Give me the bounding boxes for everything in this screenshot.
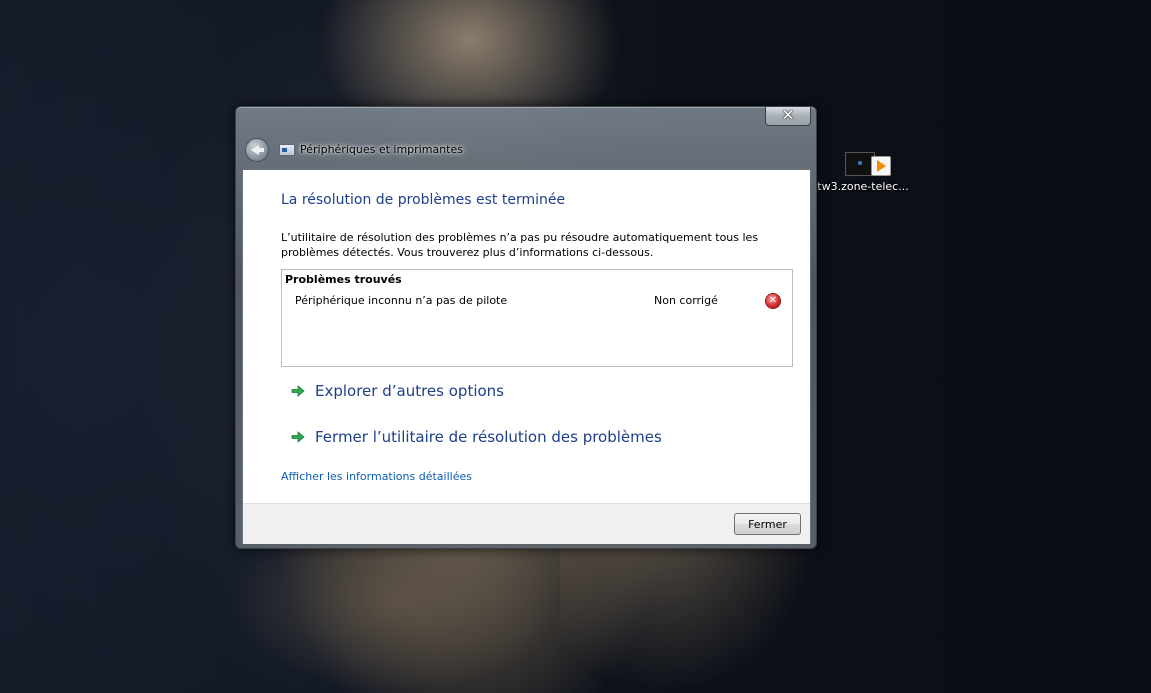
option-label: Explorer d’autres options: [315, 382, 504, 400]
window-close-button[interactable]: ✕: [765, 107, 811, 126]
green-arrow-icon: [291, 385, 305, 397]
problems-found-title: Problèmes trouvés: [285, 273, 402, 286]
problem-name: Périphérique inconnu n’a pas de pilote: [295, 294, 508, 307]
error-icon: ✕: [765, 293, 781, 309]
video-file-icon: [839, 150, 891, 176]
green-arrow-icon: [291, 431, 305, 443]
dialog-content: La résolution de problèmes est terminée …: [242, 169, 811, 544]
problem-status: Non corrigé: [654, 294, 718, 307]
wallpaper-detail: [230, 540, 560, 693]
troubleshooter-window: ✕ Périphériques et imprimantes La résolu…: [235, 106, 817, 549]
close-icon: ✕: [781, 106, 795, 124]
description-text: L’utilitaire de résolution des problèmes…: [281, 231, 759, 259]
back-button[interactable]: [245, 138, 269, 162]
window-title: Périphériques et imprimantes: [300, 143, 463, 156]
desktop-shortcut[interactable]: tw3.zone-telec...: [816, 150, 910, 193]
option-label: Fermer l’utilitaire de résolution des pr…: [315, 428, 662, 446]
desktop-shortcut-label: tw3.zone-telec...: [817, 180, 909, 193]
close-button[interactable]: Fermer: [734, 513, 801, 535]
vlc-icon: [871, 156, 891, 176]
view-detailed-info-link[interactable]: Afficher les informations détaillées: [281, 470, 472, 483]
problems-found-box: Problèmes trouvés Périphérique inconnu n…: [281, 269, 793, 367]
devices-printers-icon: [279, 144, 295, 156]
page-title: La résolution de problèmes est terminée: [281, 192, 566, 208]
dialog-footer: Fermer: [243, 503, 810, 544]
